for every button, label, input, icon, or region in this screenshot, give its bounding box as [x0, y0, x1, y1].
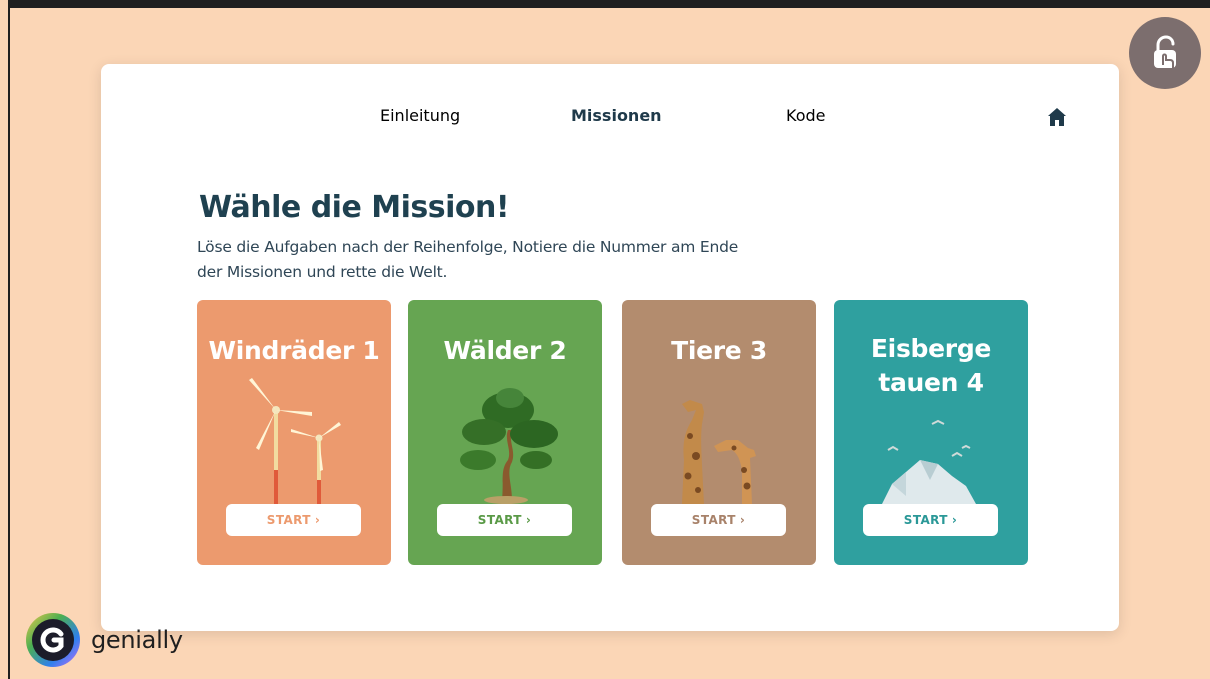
- mission-card-waelder[interactable]: Wälder 2 START ›: [408, 300, 602, 565]
- home-button[interactable]: [1046, 106, 1068, 128]
- start-button-label: START: [266, 513, 311, 527]
- start-button[interactable]: START ›: [437, 504, 572, 536]
- chevron-right-icon: ›: [525, 513, 532, 527]
- window-left-border: [8, 0, 10, 679]
- start-button-label: START: [477, 513, 522, 527]
- chevron-right-icon: ›: [951, 513, 958, 527]
- start-button-label: START: [691, 513, 736, 527]
- mission-card-windraeder[interactable]: Windräder 1 START ›: [197, 300, 391, 565]
- mission-card-eisberge[interactable]: Eisberge tauen 4 START ›: [834, 300, 1028, 565]
- home-icon: [1048, 108, 1066, 126]
- page-title: Wähle die Mission!: [199, 190, 510, 225]
- mission-card-tiere[interactable]: Tiere 3 START ›: [622, 300, 816, 565]
- genially-brand[interactable]: genially: [25, 612, 183, 668]
- nav-kode[interactable]: Kode: [786, 106, 1210, 130]
- page-description: Löse die Aufgaben nach der Reihenfolge, …: [197, 238, 739, 281]
- chevron-right-icon: ›: [314, 513, 321, 527]
- start-button[interactable]: START ›: [651, 504, 786, 536]
- start-button[interactable]: START ›: [226, 504, 361, 536]
- chevron-right-icon: ›: [739, 513, 746, 527]
- window-top-border: [8, 0, 1210, 8]
- unlock-hand-icon: [1154, 35, 1176, 68]
- start-button[interactable]: START ›: [863, 504, 998, 536]
- genially-logo-icon: [26, 613, 80, 667]
- brand-name: genially: [91, 626, 183, 654]
- unlock-button[interactable]: [1129, 17, 1201, 89]
- start-button-label: START: [903, 513, 948, 527]
